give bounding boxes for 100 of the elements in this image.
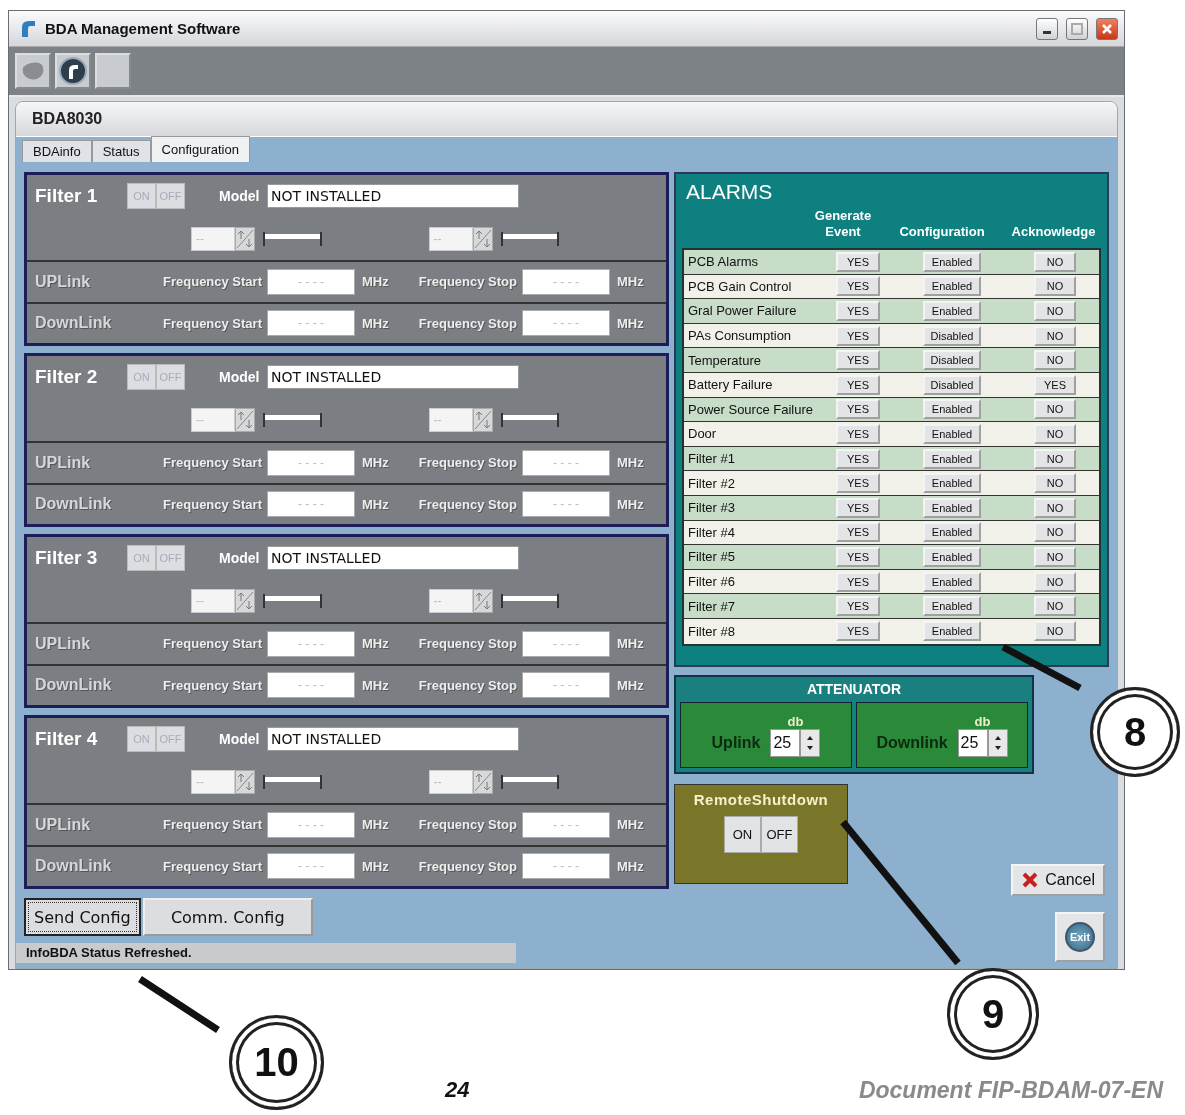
- alarm-name: Filter #7: [687, 598, 736, 614]
- acknowledge-button[interactable]: NO: [1034, 596, 1076, 617]
- minimize-button[interactable]: [1036, 17, 1058, 40]
- comm-config-button[interactable]: Comm. Config: [142, 898, 313, 936]
- generate-event-button[interactable]: YES: [836, 621, 880, 642]
- generate-event-button[interactable]: YES: [836, 374, 880, 395]
- slider-track[interactable]: [500, 231, 559, 246]
- model-field[interactable]: NOT INSTALLED: [267, 546, 519, 570]
- configuration-button[interactable]: Enabled: [923, 301, 981, 321]
- acknowledge-button[interactable]: NO: [1034, 423, 1076, 444]
- up-down-arrow-icon: [236, 771, 254, 792]
- up-down-arrow-icon: [236, 228, 254, 249]
- generate-event-button[interactable]: YES: [836, 423, 880, 444]
- generate-event-button[interactable]: YES: [836, 251, 880, 272]
- close-button[interactable]: [1096, 17, 1118, 40]
- configuration-button[interactable]: Enabled: [923, 546, 981, 567]
- slider-track[interactable]: [500, 412, 559, 427]
- configuration-button[interactable]: Enabled: [923, 596, 981, 617]
- form-title: BDA8030: [16, 102, 1117, 136]
- unit-label: MHz: [361, 315, 390, 331]
- configuration-button[interactable]: Enabled: [923, 251, 981, 272]
- model-field[interactable]: NOT INSTALLED: [267, 365, 519, 389]
- up-down-arrow-icon: [473, 409, 492, 430]
- spin-arrow-button[interactable]: [235, 407, 255, 432]
- acknowledge-button[interactable]: NO: [1034, 497, 1076, 518]
- cancel-button[interactable]: Cancel: [1011, 864, 1105, 896]
- generate-event-button[interactable]: YES: [836, 596, 880, 617]
- configuration-button[interactable]: Enabled: [923, 448, 981, 469]
- configuration-button[interactable]: Enabled: [923, 621, 981, 642]
- tab[interactable]: Configuration: [150, 136, 250, 162]
- configuration-button[interactable]: Enabled: [923, 473, 981, 494]
- shutdown-button[interactable]: ON: [724, 816, 761, 853]
- configuration-button[interactable]: Enabled: [923, 522, 981, 543]
- attenuation-field[interactable]: 25: [770, 728, 801, 757]
- spin-arrow-button[interactable]: [235, 588, 255, 613]
- generate-event-button[interactable]: YES: [836, 497, 880, 518]
- slider-track[interactable]: [263, 231, 322, 246]
- column-header: Acknowledge: [1010, 224, 1097, 240]
- model-field[interactable]: NOT INSTALLED: [267, 727, 519, 751]
- slider-track[interactable]: [500, 774, 559, 789]
- slider-track[interactable]: [263, 593, 322, 608]
- configuration-button[interactable]: Enabled: [923, 399, 981, 420]
- configuration-button[interactable]: Disabled: [923, 325, 981, 346]
- acknowledge-button[interactable]: NO: [1034, 350, 1076, 371]
- configuration-button[interactable]: Disabled: [923, 350, 981, 371]
- generate-event-button[interactable]: YES: [836, 399, 880, 420]
- channel-label: Downlink: [876, 733, 948, 752]
- tab[interactable]: BDAinfo: [22, 140, 92, 162]
- attenuation-field[interactable]: 25: [957, 728, 988, 757]
- spin-arrow-button[interactable]: [472, 226, 493, 251]
- generate-event-button[interactable]: YES: [836, 325, 880, 346]
- generate-event-button[interactable]: YES: [836, 473, 880, 494]
- acknowledge-button[interactable]: NO: [1034, 546, 1076, 567]
- generate-event-button[interactable]: YES: [836, 350, 880, 371]
- spin-button[interactable]: [987, 728, 1008, 757]
- unit-label: db: [973, 713, 992, 729]
- shutdown-button[interactable]: OFF: [761, 816, 798, 853]
- acknowledge-button[interactable]: NO: [1034, 621, 1076, 642]
- unit-label: MHz: [361, 455, 390, 471]
- acknowledge-button[interactable]: NO: [1034, 276, 1076, 297]
- column-header: Generate Event: [813, 208, 873, 240]
- acknowledge-button[interactable]: YES: [1034, 374, 1076, 395]
- maximize-button[interactable]: [1066, 17, 1088, 40]
- generate-event-button[interactable]: YES: [836, 276, 880, 297]
- send-config-button[interactable]: Send Config: [24, 898, 141, 936]
- generate-event-button[interactable]: YES: [836, 301, 880, 321]
- acknowledge-button[interactable]: NO: [1034, 571, 1076, 592]
- acknowledge-button[interactable]: NO: [1034, 325, 1076, 346]
- acknowledge-button[interactable]: NO: [1034, 301, 1076, 321]
- generate-event-button[interactable]: YES: [836, 522, 880, 543]
- configuration-button[interactable]: Enabled: [923, 423, 981, 444]
- configuration-button[interactable]: Enabled: [923, 497, 981, 518]
- configuration-button[interactable]: Enabled: [923, 276, 981, 297]
- acknowledge-button[interactable]: NO: [1034, 251, 1076, 272]
- configuration-button[interactable]: Disabled: [923, 374, 981, 395]
- acknowledge-button[interactable]: NO: [1034, 399, 1076, 420]
- logo-tool-button[interactable]: [55, 53, 91, 89]
- tab[interactable]: Status: [91, 140, 151, 162]
- spin-arrow-button[interactable]: [472, 769, 493, 794]
- frequency-stop-label: Frequency Stop: [417, 496, 518, 512]
- acknowledge-button[interactable]: NO: [1034, 473, 1076, 494]
- configuration-button[interactable]: Enabled: [923, 571, 981, 592]
- acknowledge-button[interactable]: NO: [1034, 448, 1076, 469]
- model-label: Model: [219, 188, 261, 204]
- spin-arrow-button[interactable]: [235, 226, 255, 251]
- model-field[interactable]: NOT INSTALLED: [267, 184, 519, 208]
- model-label: Model: [219, 550, 261, 566]
- spin-arrow-button[interactable]: [235, 769, 255, 794]
- slider-track[interactable]: [263, 774, 322, 789]
- close-icon: [1021, 871, 1040, 889]
- slider-track[interactable]: [263, 412, 322, 427]
- slider-track[interactable]: [500, 593, 559, 608]
- generate-event-button[interactable]: YES: [836, 546, 880, 567]
- generate-event-button[interactable]: YES: [836, 448, 880, 469]
- spin-arrow-button[interactable]: [472, 588, 493, 613]
- spin-button[interactable]: [800, 728, 821, 757]
- remote-shutdown-title: RemoteShutdown: [693, 791, 829, 808]
- generate-event-button[interactable]: YES: [836, 571, 880, 592]
- spin-arrow-button[interactable]: [472, 407, 493, 432]
- acknowledge-button[interactable]: NO: [1034, 522, 1076, 543]
